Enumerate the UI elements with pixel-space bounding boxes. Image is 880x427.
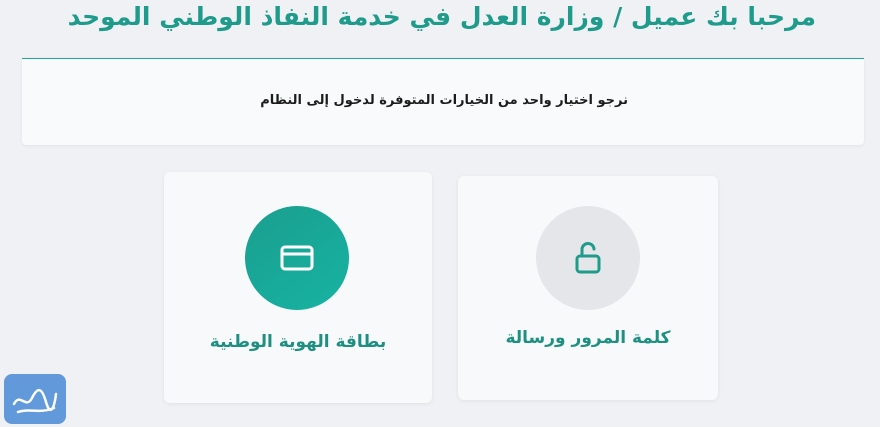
page: مرحبا بك عميل / وزارة العدل في خدمة النف… [0, 0, 880, 427]
unlock-icon [575, 242, 601, 274]
password-option-label: كلمة المرور ورسالة [505, 328, 671, 348]
password-icon-circle [536, 206, 640, 310]
id-card-icon [280, 245, 314, 271]
watermark-logo [4, 374, 66, 424]
page-title: مرحبا بك عميل / وزارة العدل في خدمة النف… [67, 2, 816, 31]
id-icon-circle [245, 206, 349, 310]
instruction-text: نرجو اختيار واحد من الخيارات المتوفرة لد… [260, 93, 628, 108]
national-id-option-label: بطاقة الهوية الوطنية [209, 332, 387, 352]
national-id-login-option[interactable]: بطاقة الهوية الوطنية [164, 172, 432, 403]
password-login-option[interactable]: كلمة المرور ورسالة [458, 176, 718, 400]
instruction-panel: نرجو اختيار واحد من الخيارات المتوفرة لد… [22, 58, 864, 145]
